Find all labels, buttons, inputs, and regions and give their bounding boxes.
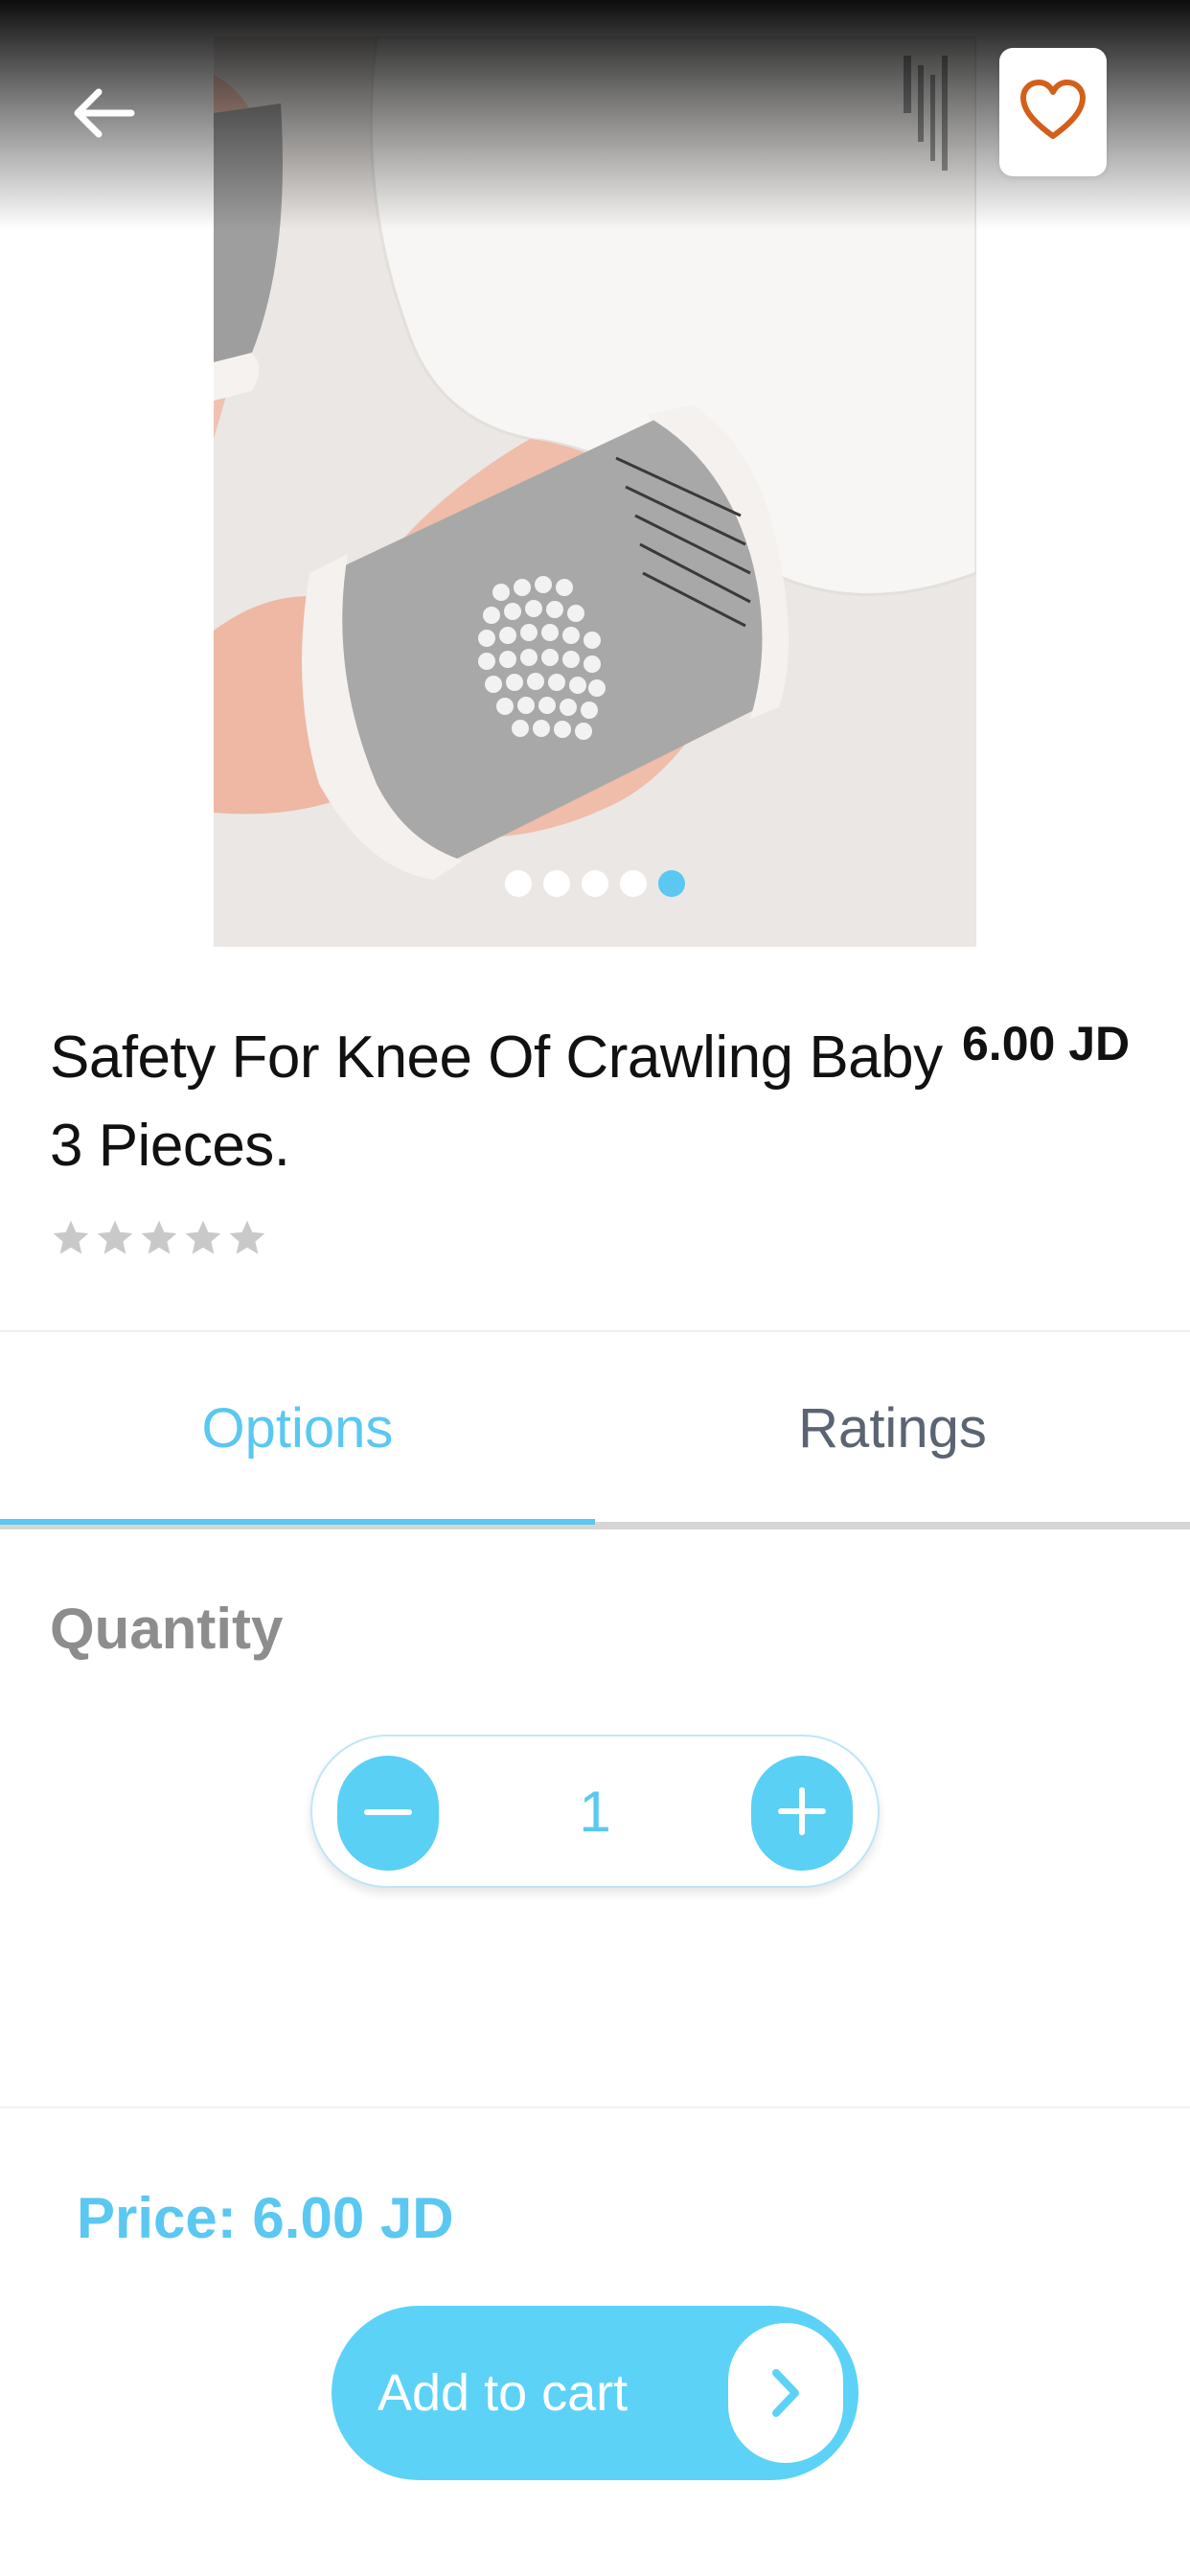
carousel-dot[interactable] (582, 870, 608, 897)
star-icon (53, 1220, 89, 1254)
divider (0, 2106, 1190, 2108)
product-gallery[interactable] (0, 0, 1190, 958)
decrease-quantity-button[interactable] (337, 1756, 439, 1871)
star-icon (97, 1220, 133, 1254)
product-detail-screen: Safety For Knee Of Crawling Baby 3 Piece… (0, 0, 1190, 2576)
carousel-dot-active[interactable] (658, 870, 685, 897)
increase-quantity-button[interactable] (751, 1756, 853, 1871)
total-price: Price: 6.00 JD (77, 2186, 454, 2250)
carousel-dot[interactable] (620, 870, 647, 897)
tab-ratings[interactable]: Ratings (595, 1332, 1190, 1524)
heart-outline-icon (1019, 79, 1087, 147)
star-icon (229, 1220, 265, 1254)
back-button[interactable] (56, 67, 151, 163)
plus-icon (778, 1786, 826, 1840)
product-title-line-1: Safety For Knee Of Crawling Baby (50, 1024, 943, 1091)
product-price: 6.00 JD (962, 1017, 1131, 1070)
carousel-dots (0, 870, 1190, 897)
arrow-left-icon (70, 84, 137, 147)
product-image[interactable] (214, 36, 976, 947)
add-to-cart-button[interactable]: Add to cart (332, 2306, 858, 2480)
tab-active-indicator (0, 1519, 595, 1525)
add-to-cart-label: Add to cart (378, 2364, 629, 2422)
quantity-label: Quantity (50, 1597, 284, 1661)
minus-icon (364, 1805, 412, 1822)
product-title: Safety For Knee Of Crawling Baby 3 Piece… (50, 1014, 960, 1190)
quantity-stepper: 1 (310, 1735, 880, 1888)
carousel-dot[interactable] (505, 870, 532, 897)
carousel-dot[interactable] (543, 870, 570, 897)
tab-options[interactable]: Options (0, 1332, 595, 1524)
chevron-right-icon (728, 2323, 843, 2463)
tab-bar: Options Ratings (0, 1332, 1190, 1524)
star-icon (141, 1220, 177, 1254)
rating-stars (50, 1217, 268, 1259)
favorite-button[interactable] (999, 48, 1107, 176)
star-icon (185, 1220, 221, 1254)
product-title-line-2: 3 Pieces. (50, 1113, 290, 1179)
